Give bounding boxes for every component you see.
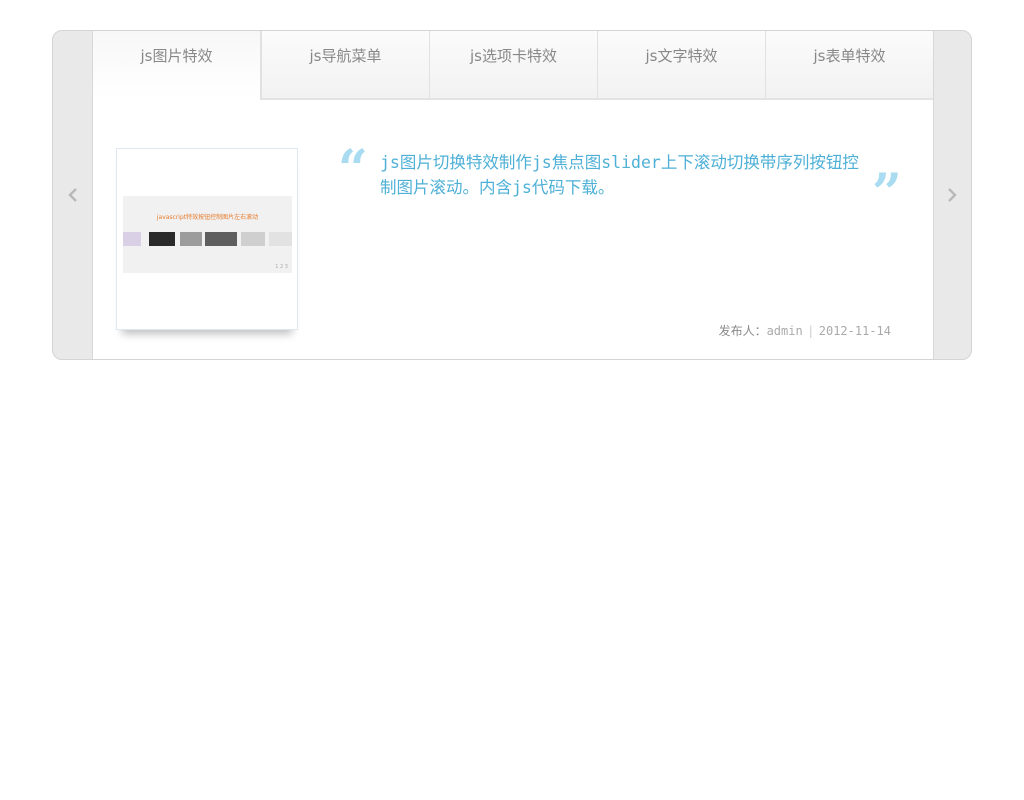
author-name: admin	[766, 324, 803, 338]
content-slider: js图片特效 js导航菜单 js选项卡特效 js文字特效 js表单特效 java…	[52, 30, 972, 360]
prev-arrow-button[interactable]	[53, 31, 92, 359]
tab-nav-menu[interactable]: js导航菜单	[262, 31, 430, 98]
tab-bar: js图片特效 js导航菜单 js选项卡特效 js文字特效 js表单特效	[93, 31, 933, 100]
slider-panel: js图片特效 js导航菜单 js选项卡特效 js文字特效 js表单特效 java…	[92, 31, 934, 359]
publish-date: 2012-11-14	[818, 324, 891, 338]
item-description[interactable]: js图片切换特效制作js焦点图slider上下滚动切换带序列按钮控制图片滚动。内…	[380, 150, 860, 200]
thumbnail-dots: 1 2 3	[275, 264, 288, 270]
close-quote-icon: ”	[872, 163, 902, 224]
item-thumbnail[interactable]: javascript特效按钮控制图片左右滚动 1 2 3	[123, 196, 292, 273]
next-arrow-button[interactable]	[932, 31, 971, 359]
author-label: 发布人：	[718, 324, 767, 338]
item-meta: 发布人：admin | 2012-11-14	[719, 322, 891, 339]
tab-text-effects[interactable]: js文字特效	[598, 31, 766, 98]
tab-tab-effects[interactable]: js选项卡特效	[430, 31, 598, 98]
tab-image-effects[interactable]: js图片特效	[93, 31, 262, 100]
thumbnail-caption: javascript特效按钮控制图片左右滚动	[156, 214, 259, 221]
chevron-right-icon	[947, 188, 957, 202]
meta-divider: |	[808, 324, 813, 338]
thumbnail-frame: javascript特效按钮控制图片左右滚动 1 2 3	[116, 148, 298, 330]
thumbnail-image-strip	[123, 232, 292, 246]
tab-form-effects[interactable]: js表单特效	[766, 31, 933, 98]
open-quote-icon: “	[338, 139, 368, 200]
chevron-left-icon	[67, 188, 77, 202]
